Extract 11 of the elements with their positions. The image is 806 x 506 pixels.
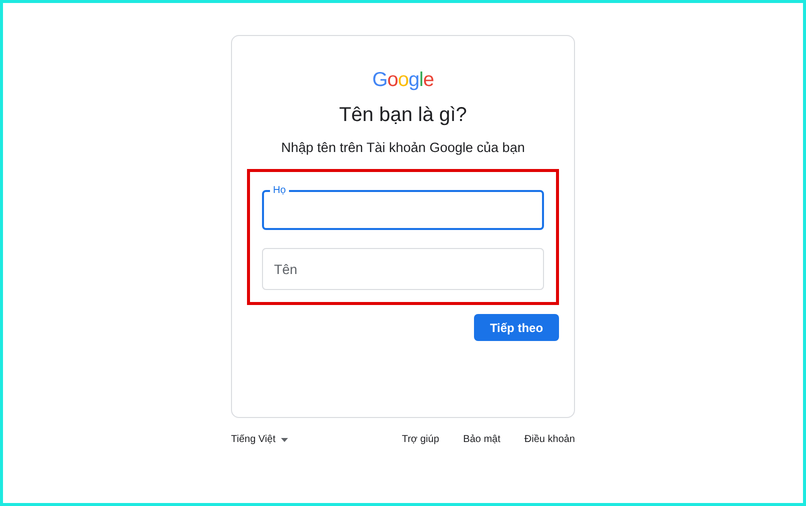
input-field[interactable]: Họ — [262, 186, 544, 230]
next-button[interactable]: Tiếp theo — [474, 314, 559, 341]
language-selector[interactable]: Tiếng Việt — [231, 434, 288, 445]
footer-link[interactable]: Bảo mật — [463, 434, 500, 445]
caret-icon — [281, 438, 288, 442]
footer-link[interactable]: Điều khoản — [524, 434, 575, 445]
logo: Google — [372, 68, 434, 92]
subtitle: Nhập tên trên Tài khoản Google của bạn — [281, 140, 525, 155]
input-field[interactable]: Tên — [262, 248, 544, 290]
footer-link[interactable]: Trợ giúp — [402, 434, 440, 445]
page-title: Tên bạn là gì? — [339, 104, 467, 127]
